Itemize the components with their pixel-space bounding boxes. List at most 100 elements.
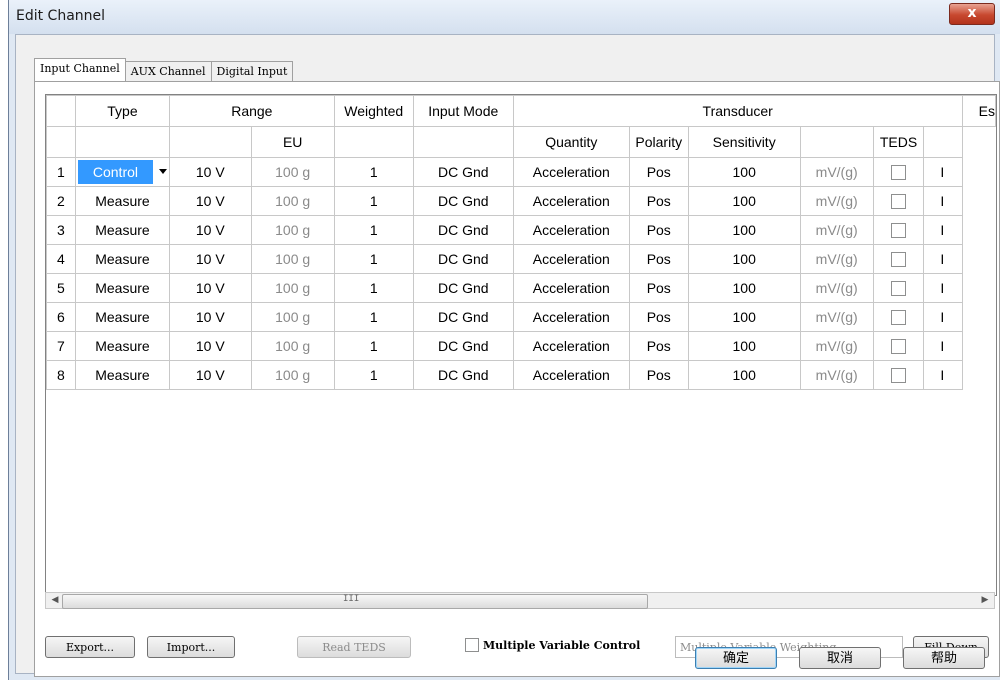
import-button[interactable]: Import... bbox=[147, 636, 235, 658]
cell-input-mode[interactable]: DC Gnd bbox=[412, 331, 514, 361]
cell-weighted[interactable]: 1 bbox=[333, 244, 414, 274]
teds-checkbox[interactable] bbox=[890, 310, 906, 326]
cell-es[interactable]: I bbox=[923, 244, 963, 274]
cancel-button[interactable]: 取消 bbox=[799, 647, 881, 669]
cell-es[interactable]: I bbox=[923, 215, 963, 245]
cell-weighted[interactable]: 1 bbox=[333, 186, 414, 216]
header-sensitivity[interactable]: Sensitivity bbox=[687, 126, 801, 158]
scrollbar-thumb[interactable]: III bbox=[62, 594, 648, 609]
tab-aux-channel[interactable]: AUX Channel bbox=[124, 61, 212, 81]
table-row[interactable]: 8 Measure 10 V 100 g 1 DC Gnd Acceleration Pos 1… bbox=[46, 360, 996, 390]
cell-unit[interactable]: mV/(g) bbox=[799, 360, 874, 390]
horizontal-scrollbar[interactable]: ◀ III ▶ bbox=[45, 592, 995, 609]
cell-eu[interactable]: 100 g bbox=[250, 331, 335, 361]
multiple-variable-control-checkbox[interactable]: Multiple Variable Control bbox=[465, 638, 640, 652]
cell-unit[interactable]: mV/(g) bbox=[799, 273, 874, 303]
cell-input-mode[interactable]: DC Gnd bbox=[412, 215, 514, 245]
cell-range[interactable]: 10 V bbox=[168, 215, 252, 245]
header-polarity[interactable]: Polarity bbox=[628, 126, 689, 158]
cell-type[interactable]: Control bbox=[74, 157, 170, 187]
cell-weighted[interactable]: 1 bbox=[333, 360, 414, 390]
cell-sensitivity[interactable]: 100 bbox=[687, 215, 801, 245]
help-button[interactable]: 帮助 bbox=[903, 647, 985, 669]
cell-unit[interactable]: mV/(g) bbox=[799, 331, 874, 361]
row-number[interactable]: 8 bbox=[46, 360, 76, 390]
cell-eu[interactable]: 100 g bbox=[250, 273, 335, 303]
cell-input-mode[interactable]: DC Gnd bbox=[412, 244, 514, 274]
cell-polarity[interactable]: Pos bbox=[628, 186, 689, 216]
cell-es[interactable]: I bbox=[923, 186, 963, 216]
cell-weighted[interactable]: 1 bbox=[333, 273, 414, 303]
cell-polarity[interactable]: Pos bbox=[628, 360, 689, 390]
cell-teds[interactable] bbox=[872, 244, 925, 274]
cell-weighted[interactable]: 1 bbox=[333, 215, 414, 245]
table-row[interactable]: 5 Measure 10 V 100 g 1 DC Gnd Acceleration Pos 1… bbox=[46, 273, 996, 303]
cell-polarity[interactable]: Pos bbox=[628, 302, 689, 332]
cell-polarity[interactable]: Pos bbox=[628, 273, 689, 303]
teds-checkbox[interactable] bbox=[890, 281, 906, 297]
cell-sensitivity[interactable]: 100 bbox=[687, 360, 801, 390]
cell-range[interactable]: 10 V bbox=[168, 186, 252, 216]
cell-eu[interactable]: 100 g bbox=[250, 157, 335, 187]
header-teds[interactable]: TEDS bbox=[872, 126, 925, 158]
cell-unit[interactable]: mV/(g) bbox=[799, 244, 874, 274]
cell-quantity[interactable]: Acceleration bbox=[512, 331, 630, 361]
teds-checkbox[interactable] bbox=[890, 252, 906, 268]
cell-sensitivity[interactable]: 100 bbox=[687, 331, 801, 361]
row-number[interactable]: 5 bbox=[46, 273, 76, 303]
row-number[interactable]: 6 bbox=[46, 302, 76, 332]
cell-range[interactable]: 10 V bbox=[168, 302, 252, 332]
cell-eu[interactable]: 100 g bbox=[250, 302, 335, 332]
header-quantity[interactable]: Quantity bbox=[512, 126, 630, 158]
cell-weighted[interactable]: 1 bbox=[333, 331, 414, 361]
chevron-down-icon[interactable] bbox=[158, 169, 167, 174]
cell-range[interactable]: 10 V bbox=[168, 331, 252, 361]
teds-checkbox[interactable] bbox=[890, 194, 906, 210]
cell-sensitivity[interactable]: 100 bbox=[687, 157, 801, 187]
header-input-mode[interactable]: Input Mode bbox=[412, 95, 514, 127]
cell-weighted[interactable]: 1 bbox=[333, 157, 414, 187]
cell-input-mode[interactable]: DC Gnd bbox=[412, 302, 514, 332]
cell-sensitivity[interactable]: 100 bbox=[687, 186, 801, 216]
table-row[interactable]: 2 Measure 10 V 100 g 1 DC Gnd Acceleration Pos 1… bbox=[46, 186, 996, 216]
cell-quantity[interactable]: Acceleration bbox=[512, 157, 630, 187]
title-bar[interactable]: Edit Channel x bbox=[9, 0, 1000, 34]
cell-teds[interactable] bbox=[872, 360, 925, 390]
cell-sensitivity[interactable]: 100 bbox=[687, 244, 801, 274]
scroll-right-icon[interactable]: ▶ bbox=[978, 593, 992, 608]
cell-es[interactable]: I bbox=[923, 302, 963, 332]
cell-input-mode[interactable]: DC Gnd bbox=[412, 360, 514, 390]
cell-eu[interactable]: 100 g bbox=[250, 186, 335, 216]
cell-es[interactable]: I bbox=[923, 360, 963, 390]
cell-teds[interactable] bbox=[872, 302, 925, 332]
cell-input-mode[interactable]: DC Gnd bbox=[412, 157, 514, 187]
cell-input-mode[interactable]: DC Gnd bbox=[412, 186, 514, 216]
type-selected-value[interactable]: Control bbox=[77, 160, 153, 184]
header-transducer[interactable]: Transducer bbox=[512, 95, 963, 127]
cell-type[interactable]: Measure bbox=[74, 273, 170, 303]
header-weighted[interactable]: Weighted bbox=[333, 95, 414, 127]
cell-teds[interactable] bbox=[872, 186, 925, 216]
row-number[interactable]: 3 bbox=[46, 215, 76, 245]
cell-polarity[interactable]: Pos bbox=[628, 215, 689, 245]
cell-eu[interactable]: 100 g bbox=[250, 244, 335, 274]
cell-polarity[interactable]: Pos bbox=[628, 157, 689, 187]
cell-type[interactable]: Measure bbox=[74, 360, 170, 390]
row-number[interactable]: 7 bbox=[46, 331, 76, 361]
header-es[interactable]: Es bbox=[961, 95, 996, 127]
cell-input-mode[interactable]: DC Gnd bbox=[412, 273, 514, 303]
cell-teds[interactable] bbox=[872, 331, 925, 361]
cell-type[interactable]: Measure bbox=[74, 331, 170, 361]
close-button[interactable]: x bbox=[949, 3, 995, 25]
teds-checkbox[interactable] bbox=[890, 223, 906, 239]
cell-quantity[interactable]: Acceleration bbox=[512, 215, 630, 245]
cell-sensitivity[interactable]: 100 bbox=[687, 302, 801, 332]
cell-unit[interactable]: mV/(g) bbox=[799, 302, 874, 332]
cell-range[interactable]: 10 V bbox=[168, 157, 252, 187]
table-row[interactable]: 6 Measure 10 V 100 g 1 DC Gnd Acceleration Pos 1… bbox=[46, 302, 996, 332]
teds-checkbox[interactable] bbox=[890, 165, 906, 181]
row-number[interactable]: 4 bbox=[46, 244, 76, 274]
cell-eu[interactable]: 100 g bbox=[250, 215, 335, 245]
row-number[interactable]: 1 bbox=[46, 157, 76, 187]
cell-type[interactable]: Measure bbox=[74, 215, 170, 245]
